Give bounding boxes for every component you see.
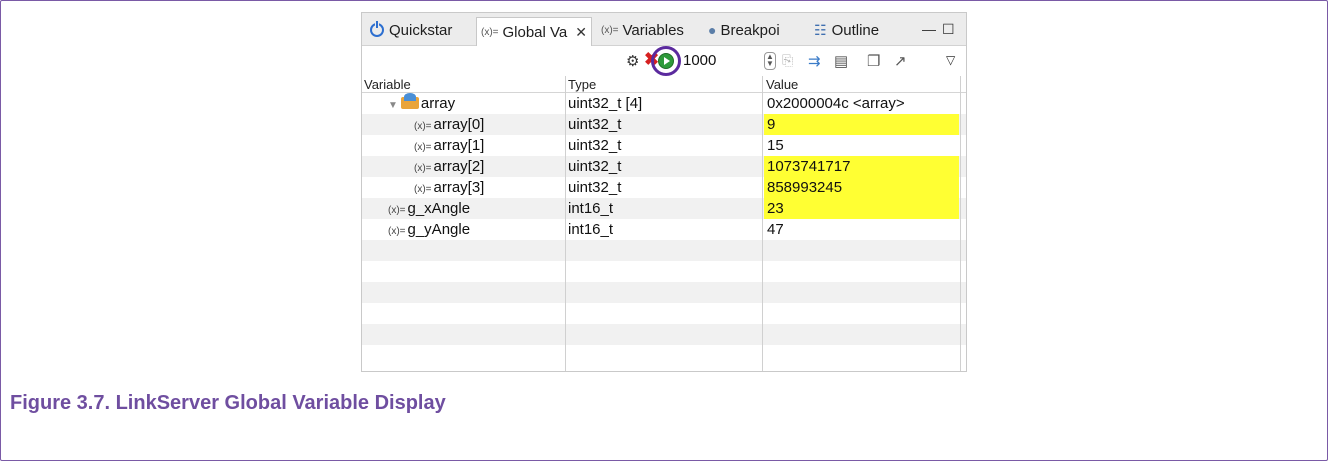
view-tab-bar: Quickstar (x)= Global Va ✕ (x)= Variable… (362, 13, 966, 46)
variable-icon: (x)= (414, 121, 432, 132)
tab-label: Global Va (502, 23, 568, 41)
global-variables-view: Quickstar (x)= Global Va ✕ (x)= Variable… (361, 12, 967, 372)
table-row[interactable]: (x)= array[1] uint32_t 15 (362, 135, 966, 156)
empty-row (362, 261, 966, 282)
variable-name: array[3] (433, 179, 485, 196)
tab-label: Outline (831, 21, 880, 39)
empty-row (362, 324, 966, 345)
tab-outline[interactable]: ☷ Outline (814, 19, 879, 41)
value-text: 1073741717 (767, 158, 851, 175)
header-variable[interactable]: Variable (364, 77, 411, 92)
power-icon (370, 21, 384, 37)
type-cell: uint32_t (568, 179, 622, 196)
table-row[interactable]: ▼ array uint32_t [4] 0x2000004c <array> (362, 93, 966, 114)
tab-global-variables[interactable]: (x)= Global Va ✕ (476, 17, 592, 46)
variable-icon: (x)= (388, 226, 406, 237)
table-row[interactable]: (x)= array[0] uint32_t 9 (362, 114, 966, 135)
column-divider[interactable] (565, 76, 566, 371)
tab-label: Breakpoi (720, 21, 780, 39)
tab-label: Quickstar (389, 21, 453, 39)
table-header: Variable Type Value (362, 76, 966, 93)
breakpoint-icon: ● (708, 22, 717, 38)
variable-cell: (x)= g_xAngle (388, 200, 470, 217)
variable-name: array[1] (433, 137, 485, 154)
variable-icon: (x)= (414, 184, 432, 195)
type-cell: uint32_t [4] (568, 95, 643, 112)
collapse-icon: ⎘ (782, 52, 794, 68)
tab-quickstart[interactable]: Quickstar (370, 19, 452, 41)
value-cell[interactable]: 15 (764, 135, 959, 156)
table-row[interactable]: (x)= g_xAngle int16_t 23 (362, 198, 966, 219)
empty-row (362, 282, 966, 303)
variable-name: array[0] (433, 116, 485, 133)
type-cell: int16_t (568, 221, 614, 238)
header-value[interactable]: Value (766, 77, 798, 92)
value-cell[interactable]: 858993245 (764, 177, 959, 198)
outline-icon: ☷ (814, 21, 827, 38)
header-type[interactable]: Type (568, 77, 596, 92)
variable-icon: (x)= (388, 205, 406, 216)
tab-label: Variables (622, 21, 684, 39)
type-cell: int16_t (568, 200, 614, 217)
array-icon (400, 93, 419, 109)
variable-name: array (420, 95, 456, 112)
table-row[interactable]: (x)= array[3] uint32_t 858993245 (362, 177, 966, 198)
close-icon[interactable]: ✕ (575, 24, 587, 41)
variable-icon: (x)= (481, 26, 499, 38)
column-divider (960, 76, 961, 371)
value-cell[interactable]: 47 (764, 219, 959, 240)
variable-cell: (x)= array[1] (414, 137, 484, 154)
variable-cell: (x)= array[2] (414, 158, 484, 175)
view-menu-icon[interactable]: ▽ (946, 53, 955, 67)
table-row[interactable]: (x)= g_yAngle int16_t 47 (362, 219, 966, 240)
add-variable-icon[interactable]: ⚙ (626, 52, 639, 70)
value-cell[interactable]: 0x2000004c <array> (764, 93, 959, 114)
figure-caption: Figure 3.7. LinkServer Global Variable D… (10, 392, 446, 414)
value-text: 9 (767, 116, 776, 133)
layout-icon[interactable]: ▤ (834, 52, 848, 70)
variable-icon: (x)= (414, 163, 432, 174)
value-cell[interactable]: 23 (764, 198, 959, 219)
expand-icon[interactable]: ⇉ (808, 52, 821, 70)
empty-row (362, 303, 966, 324)
view-toolbar: ⚙ ✖ 1000 ▲ ▼ ⎘ ⇉ ▤ ❐ ↗ ▽ (362, 46, 966, 76)
table-row[interactable]: (x)= array[2] uint32_t 1073741717 (362, 156, 966, 177)
tab-variables[interactable]: (x)= Variables (601, 19, 684, 41)
variable-cell: (x)= array[3] (414, 179, 484, 196)
value-text: 0x2000004c <array> (767, 95, 905, 112)
tab-breakpoints[interactable]: ● Breakpoi (708, 19, 780, 41)
variable-name: g_yAngle (407, 221, 471, 238)
value-text: 858993245 (767, 179, 843, 196)
variable-icon: (x)= (414, 142, 432, 153)
minimize-icon[interactable]: — (922, 21, 936, 37)
variable-cell: (x)= array[0] (414, 116, 484, 133)
type-cell: uint32_t (568, 116, 622, 133)
value-text: 23 (767, 200, 784, 217)
value-text: 15 (767, 137, 784, 154)
empty-row (362, 240, 966, 261)
refresh-interval-value[interactable]: 1000 (683, 52, 716, 69)
value-cell[interactable]: 1073741717 (764, 156, 959, 177)
type-cell: uint32_t (568, 158, 622, 175)
column-divider[interactable] (762, 76, 763, 371)
new-icon[interactable]: ❐ (867, 52, 880, 70)
variable-cell: (x)= g_yAngle (388, 221, 470, 238)
value-cell[interactable]: 9 (764, 114, 959, 135)
value-text: 47 (767, 221, 784, 238)
empty-row (362, 345, 966, 366)
export-icon[interactable]: ↗ (894, 52, 907, 70)
maximize-icon[interactable]: ☐ (942, 21, 955, 38)
variable-icon: (x)= (601, 24, 619, 36)
expand-triangle-icon[interactable]: ▼ (388, 100, 398, 111)
spinner-icon[interactable]: ▲ ▼ (764, 52, 776, 70)
variable-name: g_xAngle (407, 200, 471, 217)
start-refresh-icon[interactable] (658, 53, 674, 69)
variable-name: array[2] (433, 158, 485, 175)
variable-cell: ▼ array (388, 93, 456, 112)
type-cell: uint32_t (568, 137, 622, 154)
